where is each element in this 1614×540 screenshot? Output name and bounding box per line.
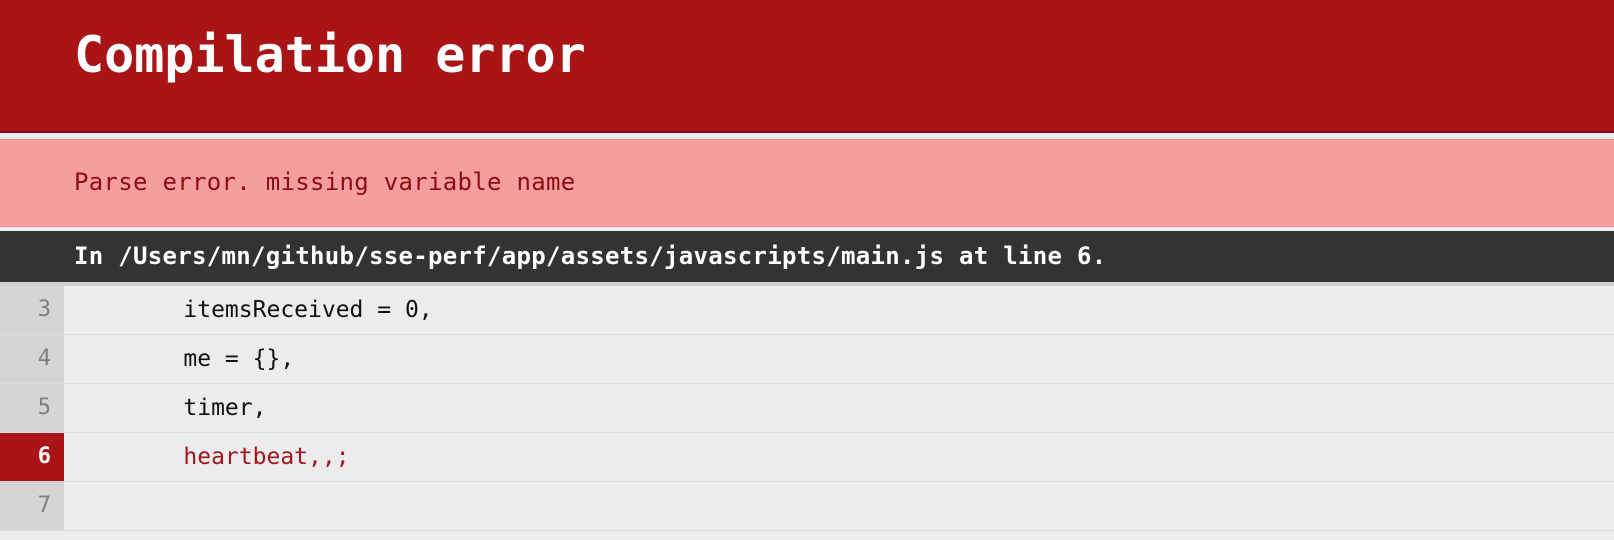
line-source: itemsReceived = 0,: [183, 297, 433, 323]
line-number: 3: [0, 286, 64, 334]
error-message-banner: Parse error. missing variable name: [0, 139, 1614, 227]
error-location: In /Users/mn/github/sse-perf/app/assets/…: [74, 242, 1107, 270]
code-line: 5 timer,: [0, 384, 1614, 433]
code-line: 4 me = {},: [0, 335, 1614, 384]
line-number: 7: [0, 482, 64, 530]
code-line: 3 itemsReceived = 0,: [0, 286, 1614, 335]
code-line-error: 6 heartbeat,,;: [0, 433, 1614, 482]
page-title: Compilation error: [74, 26, 586, 84]
line-number: 5: [0, 384, 64, 432]
line-number: 4: [0, 335, 64, 383]
error-location-bar: In /Users/mn/github/sse-perf/app/assets/…: [0, 231, 1614, 286]
line-source: [128, 482, 183, 530]
error-message: Parse error. missing variable name: [74, 168, 576, 196]
line-source: timer,: [183, 395, 267, 421]
line-number-error: 6: [0, 433, 64, 481]
code-line: 7: [0, 482, 1614, 531]
error-header: Compilation error: [0, 0, 1614, 133]
line-source-error: heartbeat,,;: [183, 444, 350, 470]
line-source: me = {},: [183, 346, 295, 372]
code-snippet: 3 itemsReceived = 0, 4 me = {}, 5 timer,…: [0, 286, 1614, 531]
